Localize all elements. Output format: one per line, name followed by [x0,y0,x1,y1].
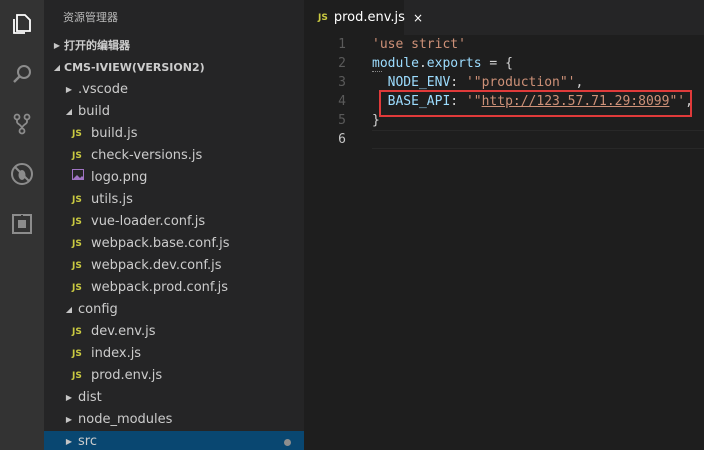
tree-item-label: config [78,302,118,317]
tree-folder[interactable]: ◢ config [44,299,304,321]
source-control-icon[interactable] [0,102,44,146]
tree-item-label: dist [78,390,102,405]
tree-folder[interactable]: ▶ src [44,431,304,450]
tab-label: prod.env.js [333,10,405,25]
editor-area: JS prod.env.js × 1 2 3 4 5 6 'use strict' mod… [304,0,704,450]
tree-item-label: dev.env.js [91,324,156,339]
line-number: 4 [338,94,346,109]
tree-item-label: webpack.dev.conf.js [91,258,222,273]
line-number: 3 [338,75,346,90]
explorer-sidebar: 资源管理器 ▶ 打开的编辑器 ◢ CMS-IVIEW(VERSION2) ▶ .v… [44,0,304,450]
tree-item-label: logo.png [91,170,148,185]
file-tree: ▶ .vscode ◢ build JS build.js JS check-versions… [44,79,304,450]
project-section[interactable]: ◢ CMS-IVIEW(VERSION2) [44,57,304,79]
tree-item-label: webpack.prod.conf.js [91,280,229,295]
activity-bar [0,0,44,450]
annotation-highlight-box [379,90,692,117]
code-line-2: module.exports = { [372,56,513,71]
open-editors-label: 打开的编辑器 [64,39,130,52]
line-number: 6 [338,132,346,147]
close-icon[interactable]: × [413,11,423,25]
js-file-icon: JS [72,195,82,205]
search-icon[interactable] [0,52,44,96]
js-file-icon: JS [72,327,82,337]
explorer-title: 资源管理器 [63,11,118,24]
chevron-right-icon: ▶ [65,85,73,94]
extensions-icon[interactable] [0,202,44,246]
tree-item-label: webpack.base.conf.js [91,236,230,251]
tree-file[interactable]: JS index.js [44,343,304,365]
tree-folder[interactable]: ▶ .vscode [44,79,304,101]
tree-file[interactable]: JS utils.js [44,189,304,211]
js-file-icon: JS [72,129,82,139]
chevron-right-icon: ▶ [65,393,73,402]
line-number-gutter: 1 2 3 4 5 6 [304,35,366,149]
code-editor[interactable]: 123456 'use strict' module.exports = { N… [304,35,704,450]
js-file-icon: JS [72,349,82,359]
tree-folder[interactable]: ◢ build [44,101,304,123]
js-file-icon: JS [72,261,82,271]
chevron-down-icon: ◢ [65,107,73,116]
project-label: CMS-IVIEW(VERSION2) [64,61,205,74]
open-editors-section[interactable]: ▶ 打开的编辑器 [44,35,304,57]
debug-icon[interactable] [0,152,44,196]
line-number: 1 [338,37,346,52]
line-number: 2 [338,56,346,71]
tree-item-label: index.js [91,346,142,361]
js-file-icon: JS [72,371,82,381]
tree-file[interactable]: logo.png [44,167,304,189]
tree-item-label: node_modules [78,412,173,427]
tree-folder[interactable]: ▶ dist [44,387,304,409]
image-file-icon [72,167,88,189]
tree-file[interactable]: JS dev.env.js [44,321,304,343]
tree-item-label: build.js [91,126,138,141]
js-file-icon: JS [72,151,82,161]
chevron-down-icon: ◢ [53,63,61,72]
tree-file[interactable]: JS build.js [44,123,304,145]
tree-item-label: build [78,104,110,119]
tree-file[interactable]: JS vue-loader.conf.js [44,211,304,233]
chevron-right-icon: ▶ [65,437,73,446]
tree-item-label: utils.js [91,192,133,207]
js-file-icon: JS [318,12,328,23]
tree-item-label: .vscode [78,82,128,97]
tree-folder[interactable]: ▶ node_modules [44,409,304,431]
tab-prod-env-js[interactable]: JS prod.env.js × [304,0,423,35]
chevron-right-icon: ▶ [65,415,73,424]
tree-file[interactable]: JS prod.env.js [44,365,304,387]
tree-file[interactable]: JS webpack.prod.conf.js [44,277,304,299]
js-file-icon: JS [72,239,82,249]
js-file-icon: JS [72,217,82,227]
files-icon[interactable] [0,2,44,46]
tab-bar: JS prod.env.js × [304,0,704,35]
tree-file[interactable]: JS check-versions.js [44,145,304,167]
line-number: 5 [338,113,346,128]
tree-file[interactable]: JS webpack.dev.conf.js [44,255,304,277]
tree-item-label: prod.env.js [91,368,163,383]
js-file-icon: JS [72,283,82,293]
chevron-down-icon: ◢ [65,305,73,314]
tree-item-label: check-versions.js [91,148,203,163]
modified-dot-icon [284,439,291,446]
code-line-1: 'use strict' [372,37,466,52]
tree-file[interactable]: JS webpack.base.conf.js [44,233,304,255]
tree-item-label: vue-loader.conf.js [91,214,206,229]
chevron-right-icon: ▶ [53,41,61,50]
tree-item-label: src [78,434,97,449]
